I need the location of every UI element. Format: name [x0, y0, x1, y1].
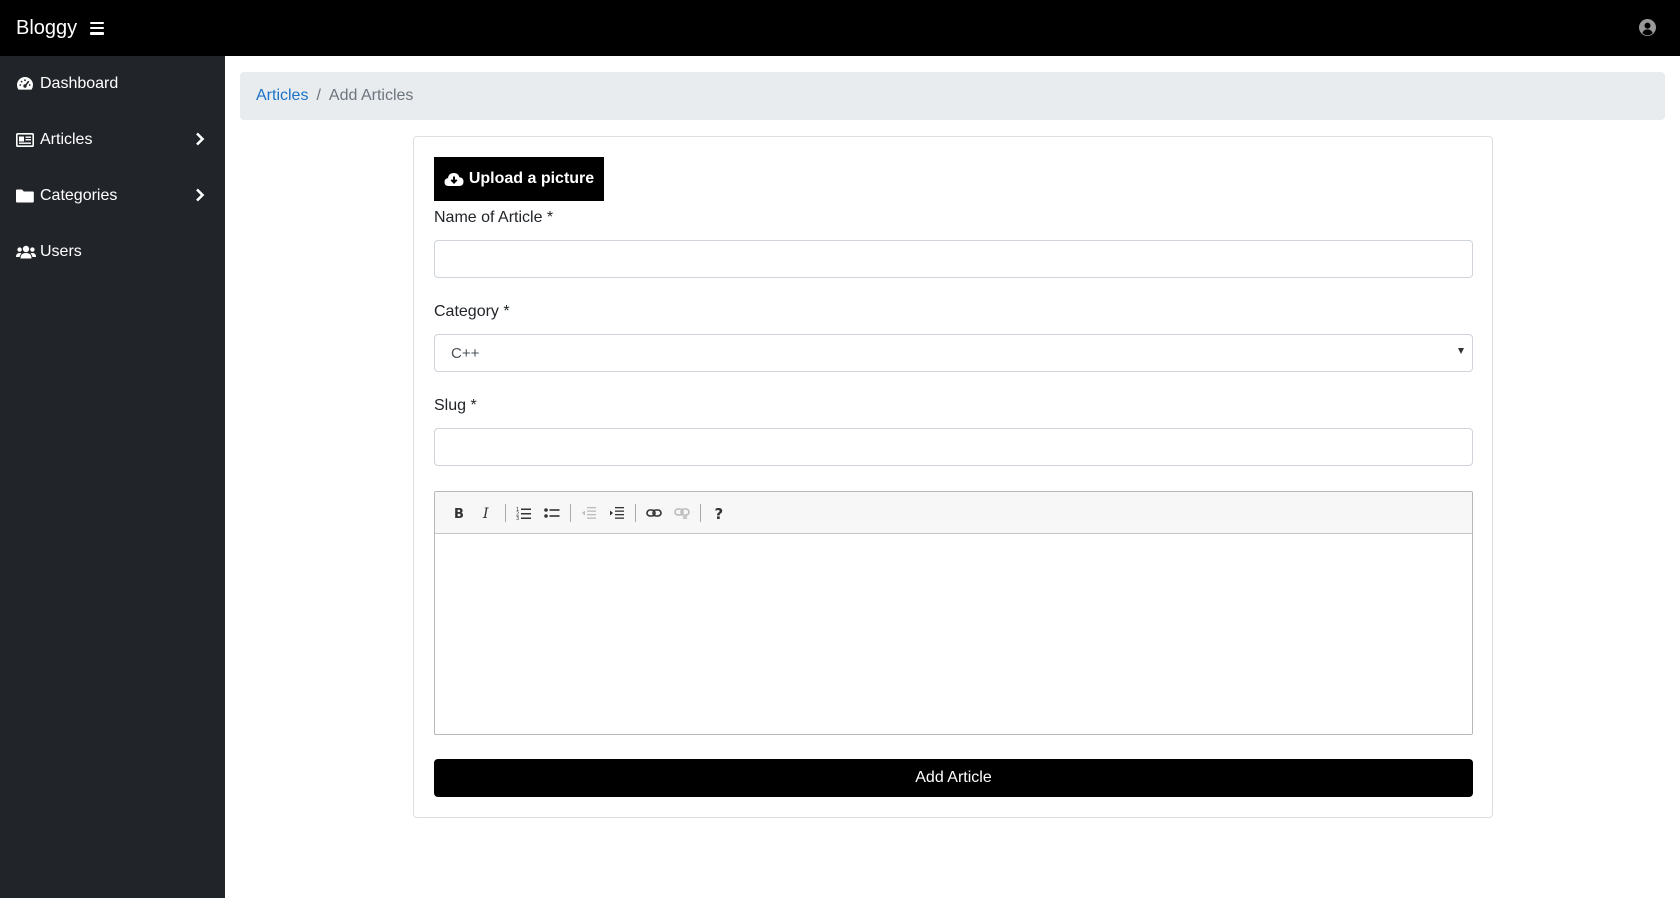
cloud-download-icon: [444, 173, 464, 186]
upload-picture-label: Upload a picture: [468, 170, 595, 187]
indent-icon[interactable]: [605, 501, 629, 525]
svg-text:3: 3: [516, 516, 519, 520]
unlink-icon[interactable]: [670, 501, 694, 525]
main-content: Articles / Add Articles Upload a picture…: [225, 56, 1680, 898]
unordered-list-icon[interactable]: [540, 501, 564, 525]
category-selected-value: C++: [451, 344, 480, 362]
upload-picture-button[interactable]: Upload a picture: [434, 157, 604, 201]
breadcrumb: Articles / Add Articles: [240, 72, 1665, 120]
link-icon[interactable]: [642, 501, 666, 525]
sidebar-item-categories[interactable]: Categories: [0, 168, 225, 224]
svg-text:?: ?: [715, 505, 724, 521]
user-circle-icon[interactable]: [1639, 19, 1656, 36]
toolbar-separator: [635, 503, 636, 522]
toolbar-separator: [700, 503, 701, 522]
dropdown-caret-icon: [1458, 348, 1464, 354]
tachometer-icon: [16, 76, 36, 92]
newspaper-icon: [16, 132, 36, 148]
svg-text:B: B: [454, 507, 464, 520]
category-label: Category *: [434, 303, 510, 320]
sidebar-item-label: Users: [40, 243, 82, 260]
breadcrumb-articles-link[interactable]: Articles: [256, 87, 308, 105]
sidebar-item-label: Articles: [40, 131, 93, 148]
category-select[interactable]: C++: [434, 334, 1473, 372]
users-icon: [16, 244, 36, 260]
slug-input[interactable]: [434, 428, 1473, 466]
toolbar-separator: [570, 503, 571, 522]
chevron-right-icon: [196, 132, 205, 146]
italic-icon[interactable]: I: [475, 501, 499, 525]
slug-label: Slug *: [434, 397, 477, 414]
outdent-icon[interactable]: [577, 501, 601, 525]
folder-icon: [16, 188, 36, 204]
sidebar: Dashboard Articles Categories Users: [0, 56, 225, 898]
bold-icon[interactable]: B: [447, 501, 471, 525]
editor-content-area[interactable]: [435, 534, 1472, 734]
breadcrumb-separator: /: [316, 87, 321, 104]
sidebar-item-users[interactable]: Users: [0, 224, 225, 280]
top-navbar: Bloggy: [0, 0, 1680, 56]
sidebar-item-articles[interactable]: Articles: [0, 112, 225, 168]
svg-text:I: I: [482, 506, 489, 520]
article-name-input[interactable]: [434, 240, 1473, 278]
sidebar-item-dashboard[interactable]: Dashboard: [0, 56, 225, 112]
toolbar-separator: [505, 503, 506, 522]
breadcrumb-current: Add Articles: [328, 87, 414, 104]
sidebar-item-label: Categories: [40, 187, 118, 204]
add-article-button[interactable]: Add Article: [434, 759, 1473, 797]
name-of-article-label: Name of Article *: [434, 209, 554, 226]
ordered-list-icon[interactable]: 1 2 3: [512, 501, 536, 525]
brand-logo[interactable]: Bloggy: [16, 17, 77, 40]
rich-text-editor: B I 1 2 3 ?: [434, 491, 1473, 735]
add-article-form: Upload a picture Name of Article * Categ…: [413, 136, 1493, 818]
hamburger-menu-icon[interactable]: [90, 21, 105, 35]
help-icon[interactable]: ?: [707, 501, 731, 525]
sidebar-item-label: Dashboard: [40, 75, 119, 92]
chevron-right-icon: [196, 188, 205, 202]
editor-toolbar: B I 1 2 3 ?: [435, 492, 1472, 534]
